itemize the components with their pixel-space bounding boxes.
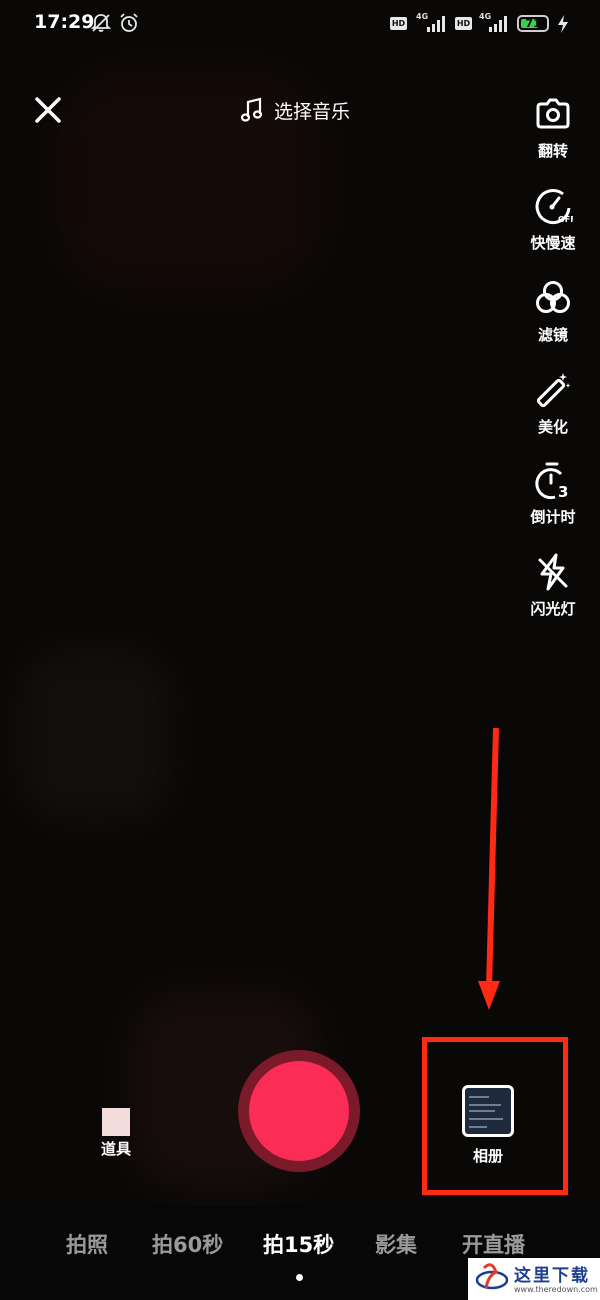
watermark-logo-icon (475, 1263, 509, 1290)
thumbnail-detail (469, 1110, 495, 1112)
watermark-text: 这里下载 (514, 1266, 590, 1286)
close-icon[interactable] (32, 94, 64, 126)
speed-icon: OFF (535, 189, 573, 225)
countdown-timer-icon: 3 (535, 462, 568, 500)
tool-label: 翻转 (537, 142, 568, 160)
mode-tab[interactable]: 影集 (375, 1229, 417, 1259)
mode-tab[interactable]: 开直播 (462, 1229, 525, 1259)
tool-flash[interactable]: 闪光灯 (518, 552, 588, 619)
status-bar: 17:29 HD 4G HD 4G 71 (0, 0, 600, 46)
mode-tab[interactable]: 拍15秒 (263, 1229, 334, 1259)
tool-label: 滤镜 (537, 326, 568, 344)
watermark-url: www.theredown.com (514, 1285, 598, 1294)
hd-badge: HD (455, 17, 472, 30)
svg-text:OFF: OFF (558, 215, 573, 224)
tool-label: 倒计时 (530, 508, 576, 526)
tool-speed[interactable]: OFF 快慢速 (518, 186, 588, 253)
tool-flip[interactable]: 翻转 (518, 94, 588, 161)
signal-icon (427, 16, 445, 32)
active-mode-indicator (296, 1274, 303, 1281)
svg-text:3: 3 (558, 483, 568, 500)
alarm-icon (120, 13, 138, 32)
battery-indicator: 71 (517, 15, 549, 32)
music-note-icon (240, 97, 263, 122)
thumbnail-detail (469, 1096, 489, 1098)
select-music-button[interactable]: 选择音乐 (240, 96, 350, 124)
album-button[interactable]: 相册 (458, 1085, 518, 1166)
background-blur (20, 650, 170, 820)
album-thumbnail (462, 1085, 514, 1137)
select-music-label: 选择音乐 (274, 100, 351, 123)
thumbnail-detail (469, 1126, 487, 1128)
hd-badge: HD (390, 17, 407, 30)
battery-percent: 71 (525, 17, 541, 30)
effects-label: 道具 (100, 1140, 131, 1158)
tool-label: 闪光灯 (530, 600, 576, 618)
effects-thumbnail (102, 1108, 130, 1136)
annotation-arrow (478, 727, 500, 1010)
tool-label: 快慢速 (530, 234, 576, 252)
flip-camera-icon (536, 98, 570, 129)
record-button[interactable] (238, 1050, 360, 1172)
flash-off-icon (538, 553, 568, 591)
beautify-wand-icon (536, 373, 571, 408)
thumbnail-detail (469, 1104, 501, 1106)
signal-icon (489, 16, 507, 32)
tool-beautify[interactable]: 美化 (518, 370, 588, 437)
site-watermark: 这里下载 www.theredown.com (468, 1258, 600, 1300)
album-label: 相册 (472, 1147, 503, 1165)
filter-icon (536, 281, 570, 313)
record-button-core (249, 1061, 349, 1161)
tool-filter[interactable]: 滤镜 (518, 278, 588, 345)
status-time: 17:29 (34, 11, 95, 33)
camera-screen: 17:29 HD 4G HD 4G 71 选择音乐 翻转 OF 快慢速 滤镜 美… (0, 0, 600, 1300)
tool-label: 美化 (537, 418, 568, 436)
thumbnail-detail (469, 1118, 503, 1120)
mode-tab[interactable]: 拍照 (66, 1229, 108, 1259)
mute-bell-icon (90, 14, 112, 32)
tool-countdown[interactable]: 3 倒计时 (518, 460, 588, 527)
charging-icon (558, 15, 568, 33)
effects-button[interactable]: 道具 (86, 1108, 146, 1159)
mode-tab[interactable]: 拍60秒 (152, 1229, 223, 1259)
